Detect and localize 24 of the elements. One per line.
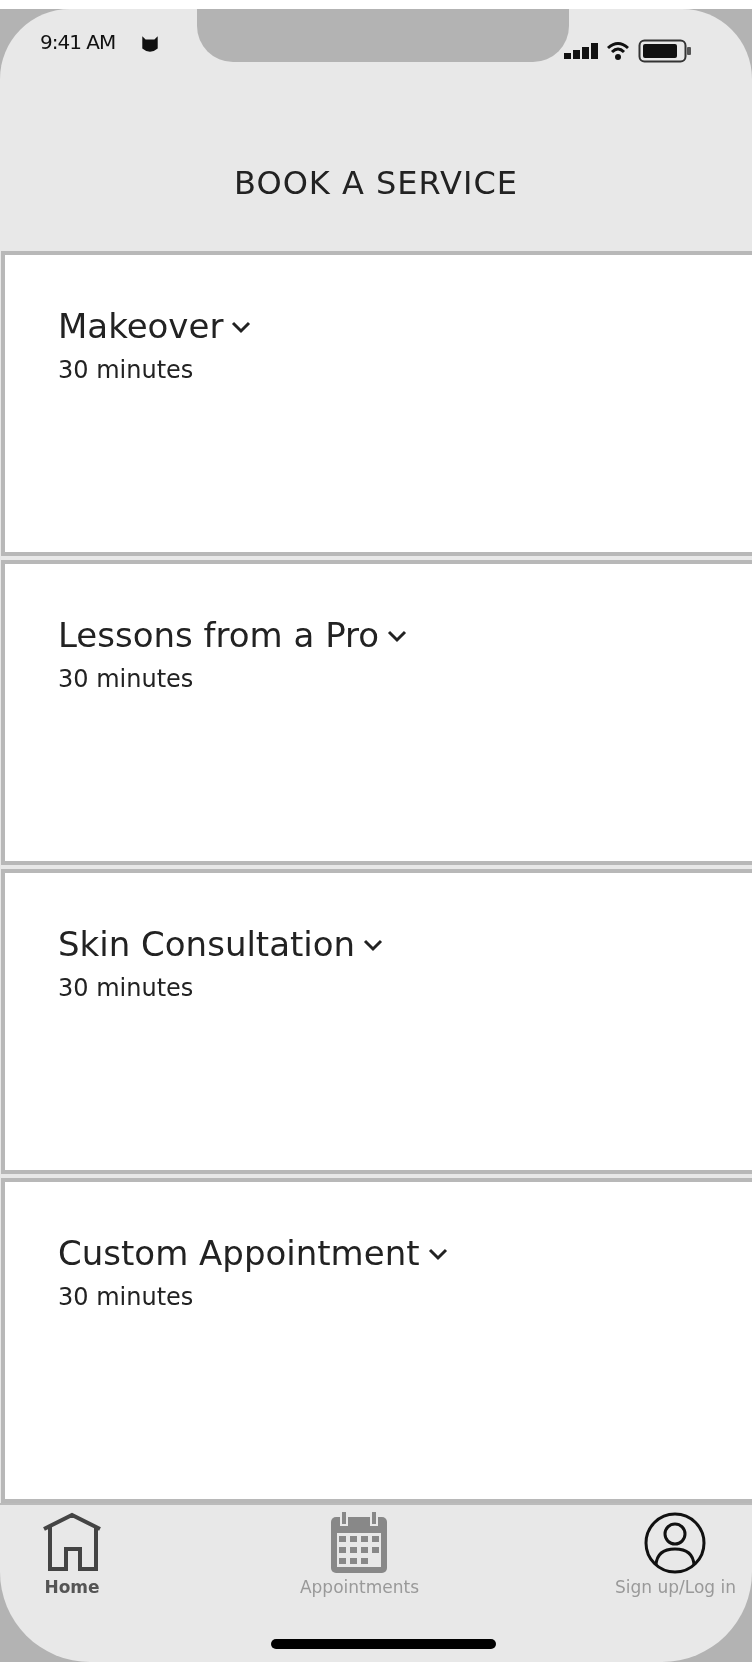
service-name: Skin Consultation: [58, 923, 356, 966]
signal-icon: [564, 43, 598, 59]
service-duration: 30 minutes: [58, 973, 195, 1004]
service-card[interactable]: Skin Consultation 30 minutes: [1, 869, 752, 1174]
service-duration: 30 minutes: [58, 355, 195, 386]
user-icon: [643, 1511, 708, 1575]
service-name: Custom Appointment: [58, 1232, 420, 1275]
service-card[interactable]: Custom Appointment 30 minutes: [1, 1178, 752, 1503]
chevron-down-icon[interactable]: [231, 319, 252, 334]
service-duration: 30 minutes: [58, 664, 195, 695]
service-card[interactable]: Lessons from a Pro 30 minutes: [1, 560, 752, 865]
status-time: 9:41 AM: [40, 29, 116, 56]
service-name: Makeover: [58, 305, 224, 348]
page-title: BOOK A SERVICE: [234, 163, 518, 204]
wifi-icon: [606, 41, 630, 61]
tab-button[interactable]: Home: [40, 1511, 104, 1662]
chevron-down-icon[interactable]: [363, 937, 384, 952]
chevron-down-icon[interactable]: [427, 1246, 448, 1261]
service-name: Lessons from a Pro: [58, 614, 380, 657]
battery-icon: [638, 39, 692, 63]
service-duration: 30 minutes: [58, 1282, 195, 1313]
chevron-down-icon[interactable]: [387, 628, 408, 643]
calendar-icon: [329, 1511, 390, 1575]
service-card[interactable]: Makeover 30 minutes: [1, 251, 752, 556]
